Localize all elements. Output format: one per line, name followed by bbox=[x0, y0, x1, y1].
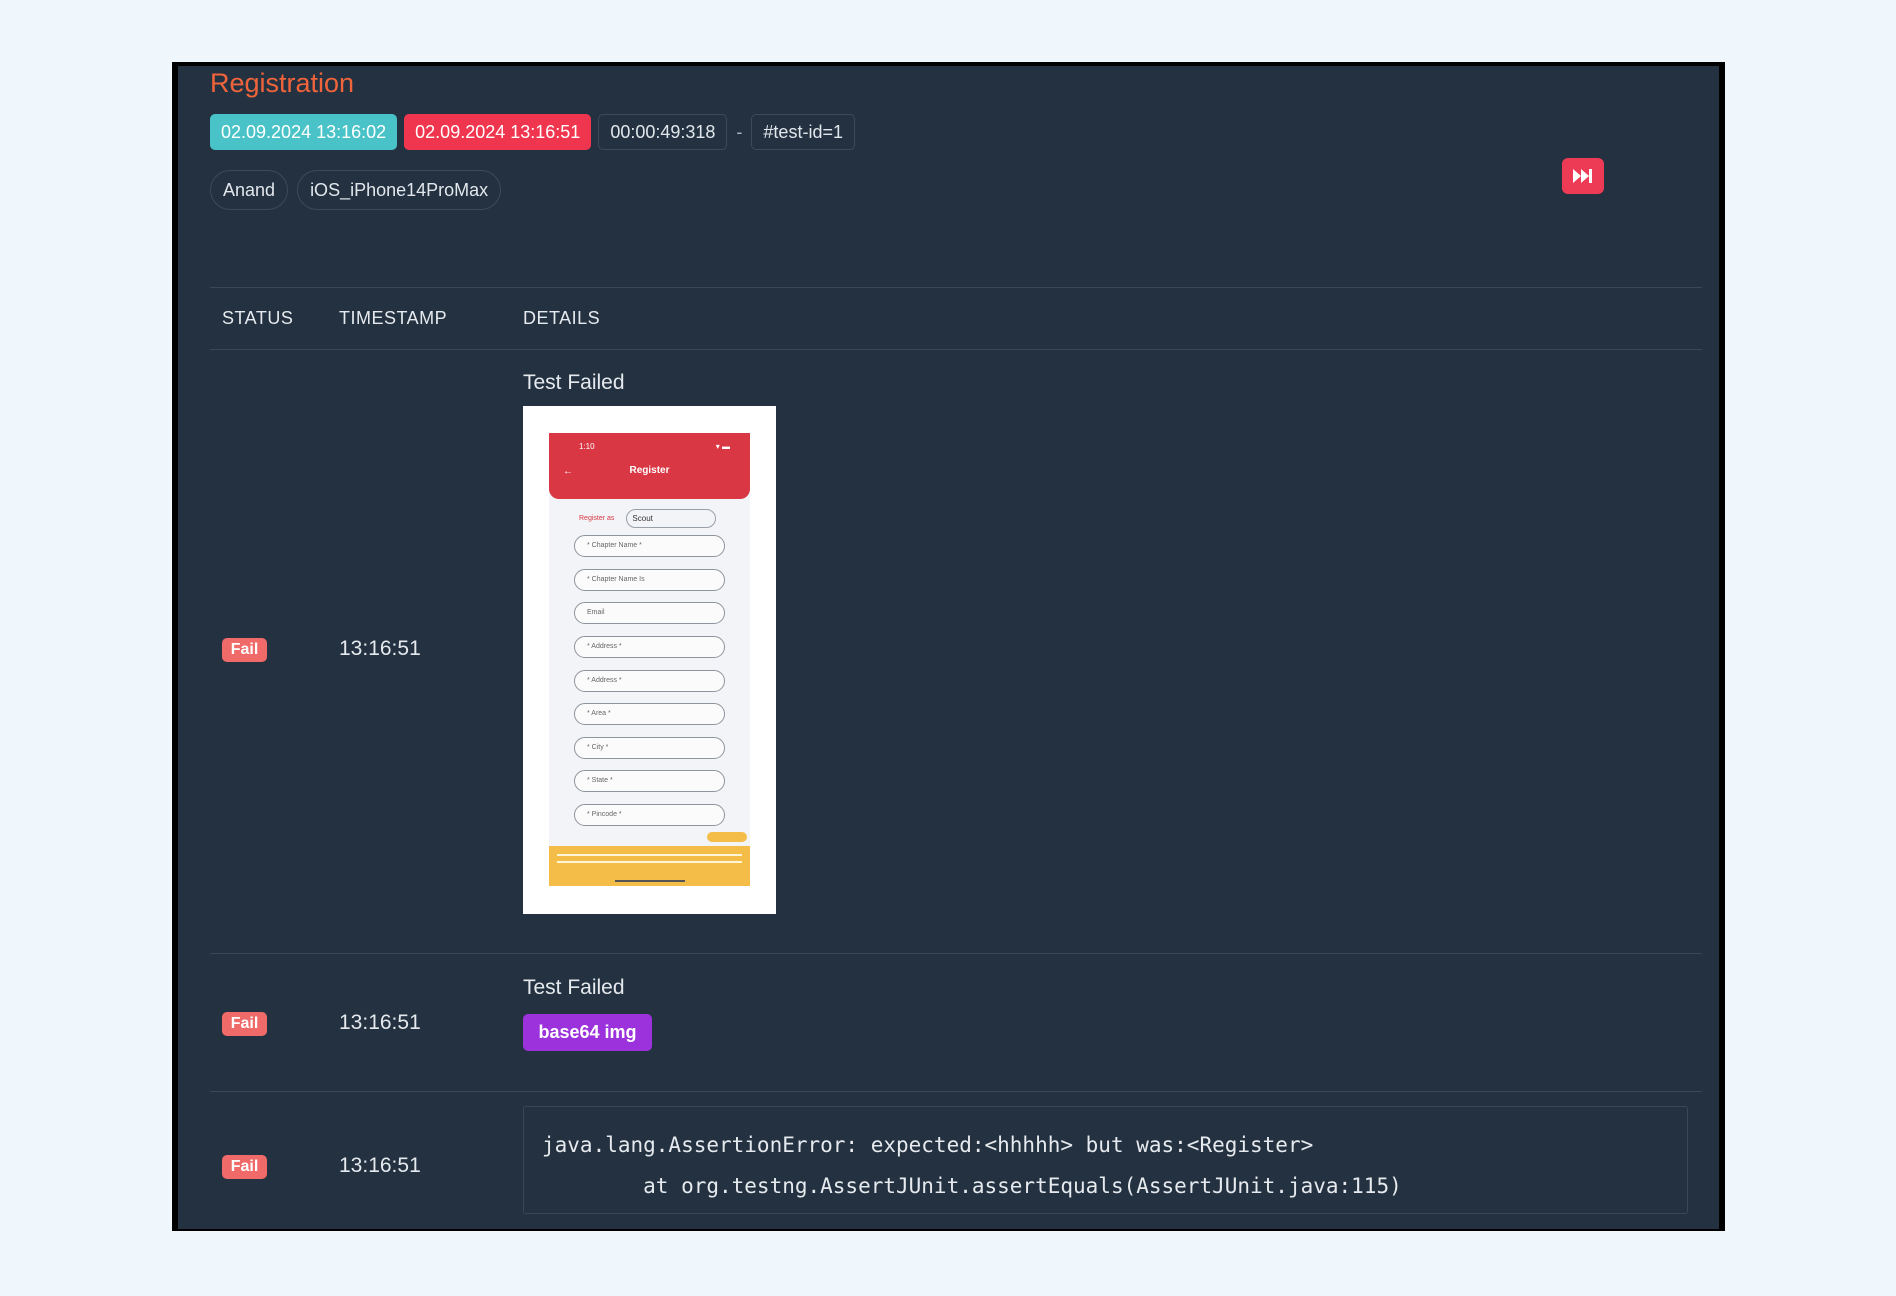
screenshot-header: 1:10 ▾ ▬ ← Register bbox=[549, 433, 750, 499]
timestamp-cell: 13:16:51 bbox=[339, 1011, 421, 1034]
end-time-chip: 02.09.2024 13:16:51 bbox=[404, 114, 592, 150]
screenshot-pill bbox=[707, 832, 747, 842]
screenshot-status-time: 1:10 bbox=[579, 442, 595, 451]
status-badge: Fail bbox=[222, 1012, 267, 1036]
test-id-chip: #test-id=1 bbox=[751, 114, 855, 150]
screenshot-register-value: Scout bbox=[626, 509, 717, 528]
fast-forward-icon bbox=[1573, 169, 1592, 183]
test-title: Registration bbox=[210, 68, 355, 98]
timestamp-cell: 13:16:51 bbox=[339, 637, 421, 660]
table-row: Fail 13:16:51 Test Failed base64 img bbox=[210, 954, 1702, 1091]
table-row: Fail 13:16:51 java.lang.AssertionError: … bbox=[210, 1092, 1702, 1229]
screenshot-field: * Area * bbox=[574, 703, 725, 725]
header-timestamp: TIMESTAMP bbox=[339, 308, 448, 328]
screenshot-footer-line bbox=[557, 861, 742, 863]
screenshot-thumbnail[interactable]: 1:10 ▾ ▬ ← Register Register as Scout * … bbox=[523, 406, 776, 914]
header-status: STATUS bbox=[222, 308, 294, 328]
header-details: DETAILS bbox=[523, 308, 601, 328]
screenshot-footer bbox=[549, 846, 750, 886]
screenshot-field: * City * bbox=[574, 737, 725, 759]
screenshot-register-row: Register as Scout bbox=[579, 509, 717, 528]
table-row: Fail 13:16:51 Test Failed 1:10 ▾ ▬ ← Reg… bbox=[210, 350, 1702, 953]
start-time-chip: 02.09.2024 13:16:02 bbox=[210, 114, 398, 150]
table-header: STATUS TIMESTAMP DETAILS bbox=[210, 288, 1702, 349]
stack-trace-line: at org.testng.AssertJUnit.assertEquals(A… bbox=[542, 1174, 1402, 1198]
test-detail-panel: Registration 02.09.2024 13:16:02 02.09.2… bbox=[178, 66, 1719, 1229]
base64-image-button[interactable]: base64 img bbox=[523, 1014, 652, 1051]
phone-screenshot: 1:10 ▾ ▬ ← Register Register as Scout * … bbox=[549, 433, 750, 886]
status-badge: Fail bbox=[222, 638, 267, 662]
screenshot-register-label: Register as bbox=[579, 515, 615, 522]
screenshot-title: Register bbox=[629, 465, 670, 476]
test-tags-row: Anand iOS_iPhone14ProMax bbox=[210, 170, 502, 210]
stack-trace-line: java.lang.AssertionError: expected:<hhhh… bbox=[542, 1133, 1314, 1157]
device-tag[interactable]: iOS_iPhone14ProMax bbox=[297, 170, 502, 210]
log-table: STATUS TIMESTAMP DETAILS Fail 13:16:51 T… bbox=[210, 287, 1702, 1229]
test-meta-row: 02.09.2024 13:16:02 02.09.2024 13:16:51 … bbox=[210, 114, 855, 150]
details-text: Test Failed bbox=[523, 976, 625, 999]
screenshot-field: * Address * bbox=[574, 636, 725, 658]
details-text: Test Failed bbox=[523, 371, 625, 394]
screenshot-field: Email bbox=[574, 602, 725, 624]
status-badge: Fail bbox=[222, 1155, 267, 1179]
duration-chip: 00:00:49:318 bbox=[598, 114, 728, 150]
screenshot-field: * Pincode * bbox=[574, 804, 725, 826]
screenshot-field: * Chapter Name * bbox=[574, 535, 725, 557]
skip-to-end-button[interactable] bbox=[1562, 158, 1604, 194]
author-tag[interactable]: Anand bbox=[210, 170, 289, 210]
screenshot-field: * Chapter Name Is bbox=[574, 569, 725, 591]
screenshot-footer-line bbox=[557, 854, 742, 856]
screenshot-status-icons: ▾ ▬ bbox=[715, 442, 730, 451]
stack-trace-box[interactable]: java.lang.AssertionError: expected:<hhhh… bbox=[523, 1106, 1688, 1214]
screenshot-field: * State * bbox=[574, 770, 725, 792]
meta-separator: - bbox=[736, 121, 743, 142]
timestamp-cell: 13:16:51 bbox=[339, 1154, 421, 1177]
screenshot-home-indicator bbox=[615, 880, 685, 882]
screenshot-field: * Address * bbox=[574, 670, 725, 692]
